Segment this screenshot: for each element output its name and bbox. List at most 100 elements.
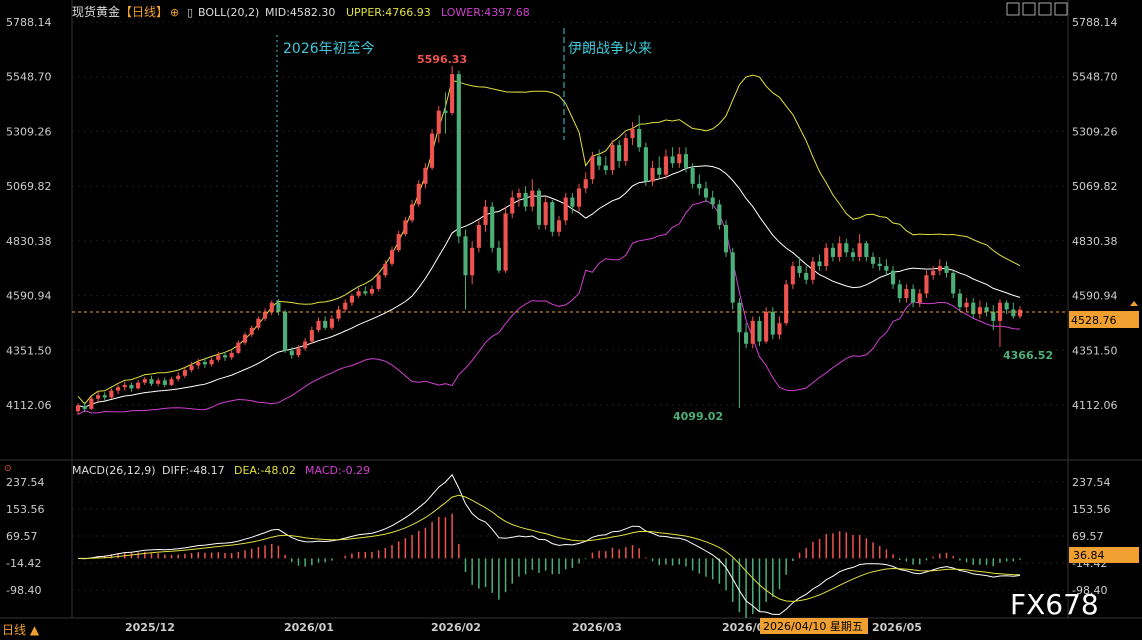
candle-body bbox=[784, 284, 789, 324]
candle-body bbox=[723, 224, 729, 253]
candle-body bbox=[483, 206, 488, 225]
macd-tick-left: 69.57 bbox=[6, 530, 38, 543]
candle-body bbox=[222, 355, 228, 358]
candle-body bbox=[430, 133, 435, 168]
macd-tick-right: 69.57 bbox=[1072, 530, 1104, 543]
candle-body bbox=[329, 318, 334, 328]
price-tick-right: 5309.26 bbox=[1072, 125, 1118, 138]
macd-name: MACD(26,12,9) bbox=[72, 464, 156, 477]
x-tick: 2026/0 bbox=[722, 621, 765, 634]
candle-body bbox=[82, 405, 87, 409]
candle-body bbox=[356, 291, 361, 296]
boll-icon: ▯ bbox=[187, 6, 193, 19]
footer-period[interactable]: 日线 ▲ bbox=[2, 623, 40, 637]
candle-body bbox=[236, 342, 241, 353]
low-label: 4099.02 bbox=[673, 410, 723, 423]
candle-body bbox=[977, 307, 982, 315]
candle-body bbox=[790, 266, 795, 285]
candle-body bbox=[209, 359, 214, 365]
candle-body bbox=[403, 220, 408, 235]
candle-body bbox=[503, 213, 508, 271]
candle-body bbox=[603, 165, 608, 171]
candle-body bbox=[89, 398, 94, 409]
candle-body bbox=[817, 261, 822, 267]
candle-body bbox=[556, 220, 562, 232]
candle-body bbox=[670, 156, 675, 164]
settings-icon[interactable]: ⊕ bbox=[170, 6, 179, 19]
candle-body bbox=[182, 370, 187, 376]
candle-body bbox=[396, 234, 401, 251]
candle-body bbox=[530, 190, 535, 207]
macd-tag: 36.84 bbox=[1073, 549, 1105, 562]
x-tick: 2026/01 bbox=[284, 621, 334, 634]
candle-body bbox=[436, 110, 441, 134]
candle-body bbox=[249, 327, 254, 335]
candle-body bbox=[1004, 302, 1009, 310]
candle-body bbox=[837, 243, 842, 257]
x-tick: 2026/02 bbox=[431, 621, 481, 634]
candle-body bbox=[289, 350, 294, 356]
candle-body bbox=[543, 202, 548, 225]
candle-body bbox=[744, 332, 749, 344]
iran-war-annotation: 伊朗战争以来 bbox=[568, 41, 652, 57]
candle-body bbox=[242, 334, 248, 343]
price-tick-right: 4830.38 bbox=[1072, 235, 1118, 248]
candle-body bbox=[1011, 309, 1016, 317]
candle-body bbox=[409, 204, 415, 221]
candle-body bbox=[830, 247, 836, 257]
candle-body bbox=[369, 288, 375, 294]
candle-body bbox=[931, 270, 936, 276]
candle-body bbox=[162, 380, 167, 385]
macd-settings-icon[interactable]: ⊙ bbox=[4, 464, 12, 474]
candle-body bbox=[797, 266, 802, 273]
period-label[interactable]: 【日线】 bbox=[120, 5, 168, 19]
price-tick-left: 4590.94 bbox=[6, 290, 52, 303]
candle-body bbox=[536, 190, 542, 225]
price-tick-left: 4830.38 bbox=[6, 235, 52, 248]
candle-body bbox=[630, 128, 635, 139]
candle-body bbox=[663, 156, 668, 175]
macd-tick-left: -14.42 bbox=[6, 557, 41, 570]
candle-body bbox=[951, 272, 956, 294]
candle-body bbox=[870, 256, 876, 264]
candle-body bbox=[957, 293, 962, 308]
candle-body bbox=[590, 156, 595, 180]
candle-body bbox=[256, 318, 261, 328]
candle-body bbox=[269, 302, 274, 312]
candle-body bbox=[456, 74, 461, 237]
candle-body bbox=[196, 362, 201, 366]
candle-body bbox=[416, 183, 421, 205]
candle-body bbox=[737, 302, 742, 333]
price-tick-right: 4112.06 bbox=[1072, 399, 1118, 412]
candle-body bbox=[991, 311, 996, 321]
candle-body bbox=[296, 348, 301, 356]
candle-body bbox=[764, 311, 769, 342]
price-tick-right: 4590.94 bbox=[1072, 290, 1118, 303]
candle-body bbox=[523, 192, 528, 207]
candle-body bbox=[156, 380, 161, 384]
candle-body bbox=[683, 154, 689, 168]
candle-body bbox=[116, 387, 121, 391]
price-tag: 4528.76 bbox=[1071, 314, 1117, 327]
price-tick-left: 4351.50 bbox=[6, 344, 52, 357]
indicator-name: BOLL(20,2) bbox=[198, 6, 259, 19]
macd-tick-right: 153.56 bbox=[1072, 503, 1111, 516]
macd-tick-left: 237.54 bbox=[6, 476, 45, 489]
candle-body bbox=[770, 311, 775, 335]
candle-body bbox=[129, 384, 134, 389]
recent-low-label: 4366.52 bbox=[1003, 349, 1053, 362]
candle-body bbox=[176, 375, 181, 380]
candle-body bbox=[570, 197, 575, 207]
candle-body bbox=[510, 197, 515, 214]
candle-body bbox=[122, 384, 127, 388]
price-tick-left: 4112.06 bbox=[6, 399, 52, 412]
candle-body bbox=[283, 311, 288, 351]
candle-body bbox=[102, 395, 107, 398]
candle-body bbox=[717, 204, 722, 225]
candle-body bbox=[496, 247, 501, 271]
macd-tick-left: 153.56 bbox=[6, 503, 45, 516]
candle-body bbox=[637, 128, 642, 148]
candle-body bbox=[470, 247, 475, 276]
candle-body bbox=[984, 307, 989, 312]
candle-body bbox=[710, 197, 715, 205]
